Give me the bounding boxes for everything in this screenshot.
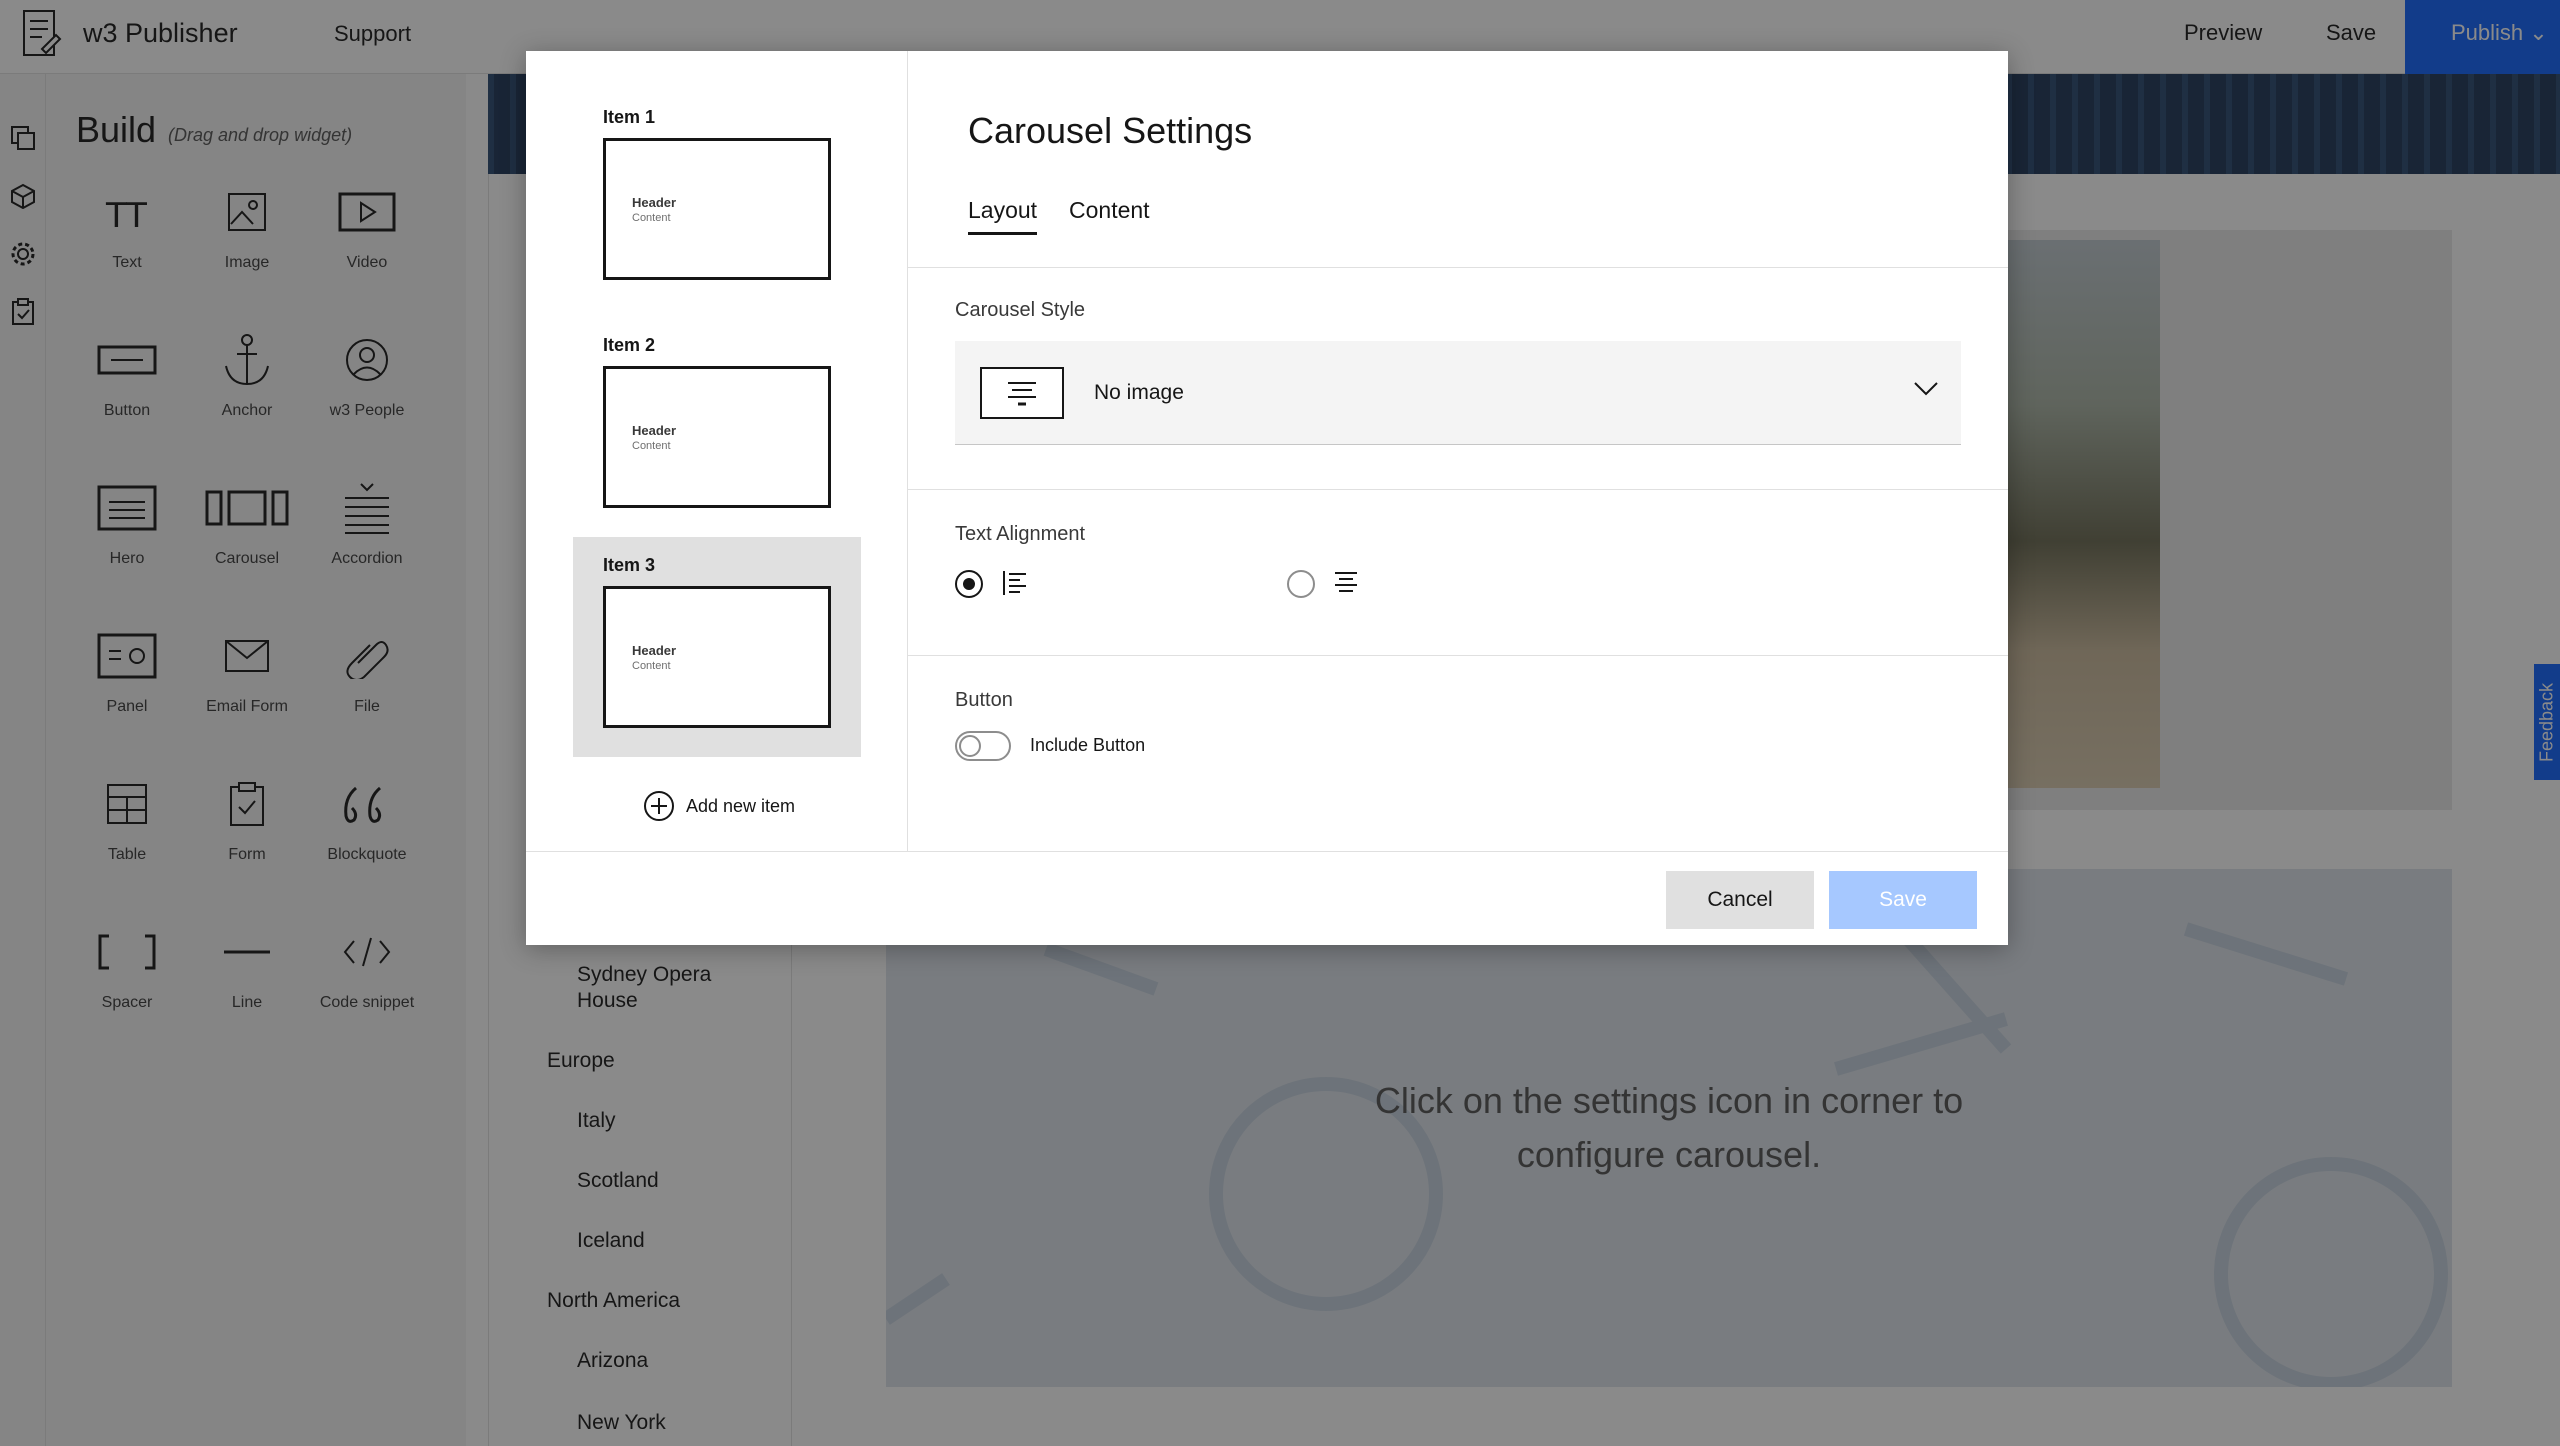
thumb-content: Content bbox=[632, 212, 671, 224]
radio-left-align[interactable] bbox=[955, 570, 983, 598]
item-label: Item 1 bbox=[603, 107, 656, 127]
add-circle-icon bbox=[644, 791, 674, 821]
thumb-header: Header bbox=[632, 423, 677, 438]
button-section-label: Button bbox=[955, 689, 1013, 711]
radio-center-align[interactable] bbox=[1287, 570, 1315, 598]
thumb-content: Content bbox=[632, 440, 671, 452]
cancel-button[interactable]: Cancel bbox=[1666, 871, 1814, 929]
item-thumbnail: Header Content bbox=[603, 586, 831, 728]
carousel-style-dropdown[interactable]: No image bbox=[955, 341, 1961, 445]
left-align-icon bbox=[1002, 569, 1028, 597]
item-thumbnail: Header Content bbox=[603, 366, 831, 508]
include-button-toggle[interactable] bbox=[955, 731, 1011, 761]
chevron-down-icon bbox=[1913, 381, 1939, 397]
thumb-header: Header bbox=[632, 195, 677, 210]
item-thumbnail: Header Content bbox=[603, 138, 831, 280]
divider bbox=[908, 489, 2008, 490]
divider bbox=[908, 655, 2008, 656]
add-new-item-label: Add new item bbox=[686, 795, 796, 816]
modal-footer: Cancel Save bbox=[526, 851, 2008, 945]
carousel-style-value: No image bbox=[1094, 381, 1184, 404]
item-label: Item 2 bbox=[603, 335, 656, 355]
thumb-content: Content bbox=[632, 660, 671, 672]
carousel-item-3[interactable]: Item 3 Header Content bbox=[573, 537, 861, 757]
text-alignment-label: Text Alignment bbox=[955, 523, 1086, 545]
no-image-style-icon bbox=[980, 367, 1064, 419]
include-button-label: Include Button bbox=[1030, 735, 1146, 755]
carousel-style-label: Carousel Style bbox=[955, 299, 1086, 321]
thumb-header: Header bbox=[632, 643, 677, 658]
toggle-knob bbox=[959, 735, 981, 757]
divider bbox=[908, 267, 2008, 268]
carousel-item-1[interactable]: Item 1 Header Content bbox=[573, 89, 861, 309]
carousel-items-list: Item 1 Header Content Item 2 Header Conten… bbox=[526, 51, 908, 851]
tab-layout[interactable]: Layout bbox=[968, 197, 1038, 235]
settings-pane: Carousel Settings Layout Content Carouse… bbox=[908, 51, 2008, 851]
save-button[interactable]: Save bbox=[1829, 871, 1977, 929]
tab-content[interactable]: Content bbox=[1069, 197, 1150, 232]
carousel-settings-modal: Item 1 Header Content Item 2 Header Conten… bbox=[526, 51, 2008, 945]
center-align-icon bbox=[1333, 570, 1359, 596]
add-new-item-button[interactable]: Add new item bbox=[642, 789, 795, 823]
carousel-item-2[interactable]: Item 2 Header Content bbox=[573, 317, 861, 537]
item-label: Item 3 bbox=[603, 555, 656, 575]
modal-title: Carousel Settings bbox=[968, 110, 1253, 151]
